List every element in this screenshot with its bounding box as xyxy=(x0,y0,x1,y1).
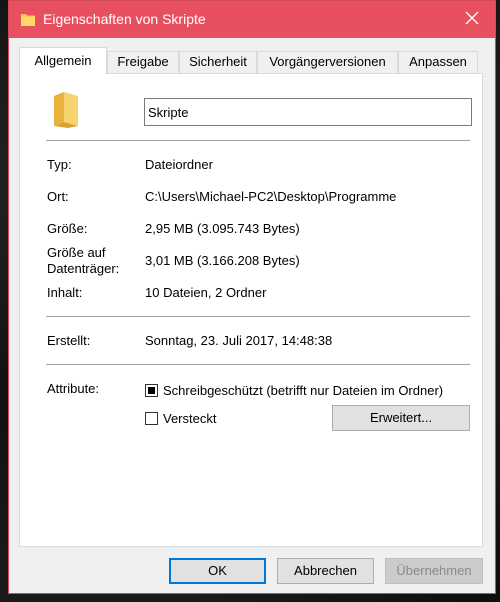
contains-label: Inhalt: xyxy=(47,285,83,300)
size-on-disk-label: Größe auf Datenträger: xyxy=(47,245,119,277)
hidden-checkbox-label: Versteckt xyxy=(163,411,217,426)
type-label: Typ: xyxy=(47,157,72,172)
advanced-button[interactable]: Erweitert... xyxy=(332,405,470,431)
created-value: Sonntag, 23. Juli 2017, 14:48:38 xyxy=(145,333,333,348)
hidden-checkbox[interactable]: Versteckt xyxy=(145,411,216,426)
folder-icon xyxy=(52,92,80,131)
tab-panel-allgemein: Typ: Dateiordner Ort: C:\Users\Michael-P… xyxy=(19,73,483,547)
separator xyxy=(46,364,470,365)
size-label: Größe: xyxy=(47,221,88,236)
attributes-label: Attribute: xyxy=(47,381,100,396)
properties-dialog: Eigenschaften von Skripte Allgemein Frei… xyxy=(8,0,496,594)
size-on-disk-value: 3,01 MB (3.166.208 Bytes) xyxy=(145,253,300,268)
readonly-checkbox-label: Schreibgeschützt (betrifft nur Dateien i… xyxy=(163,383,444,398)
created-label: Erstellt: xyxy=(47,333,91,348)
separator xyxy=(46,140,470,141)
contains-value: 10 Dateien, 2 Ordner xyxy=(145,285,267,300)
separator xyxy=(46,316,470,317)
cancel-button[interactable]: Abbrechen xyxy=(277,558,374,584)
close-icon xyxy=(465,11,479,28)
tab-freigabe[interactable]: Freigabe xyxy=(107,51,179,73)
close-button[interactable] xyxy=(449,1,495,38)
folder-name-input[interactable] xyxy=(144,98,472,126)
location-label: Ort: xyxy=(47,189,69,204)
location-value: C:\Users\Michael-PC2\Desktop\Programme xyxy=(145,189,397,204)
hidden-checkbox-box[interactable] xyxy=(145,412,158,425)
tab-sicherheit[interactable]: Sicherheit xyxy=(179,51,257,73)
tab-anpassen[interactable]: Anpassen xyxy=(398,51,478,73)
folder-icon xyxy=(21,12,35,29)
size-value: 2,95 MB (3.095.743 Bytes) xyxy=(145,221,300,236)
title-bar[interactable]: Eigenschaften von Skripte xyxy=(9,1,495,38)
readonly-checkbox-box[interactable] xyxy=(145,384,158,397)
tab-allgemein[interactable]: Allgemein xyxy=(19,47,107,74)
size-on-disk-label-line1: Größe auf xyxy=(47,245,106,260)
size-on-disk-label-line2: Datenträger: xyxy=(47,261,120,276)
tab-vorgaengerversionen[interactable]: Vorgängerversionen xyxy=(257,51,398,73)
readonly-checkbox[interactable]: Schreibgeschützt (betrifft nur Dateien i… xyxy=(145,383,443,398)
window-title: Eigenschaften von Skripte xyxy=(43,11,206,27)
type-value: Dateiordner xyxy=(145,157,213,172)
ok-button[interactable]: OK xyxy=(169,558,266,584)
apply-button[interactable]: Übernehmen xyxy=(385,558,483,584)
